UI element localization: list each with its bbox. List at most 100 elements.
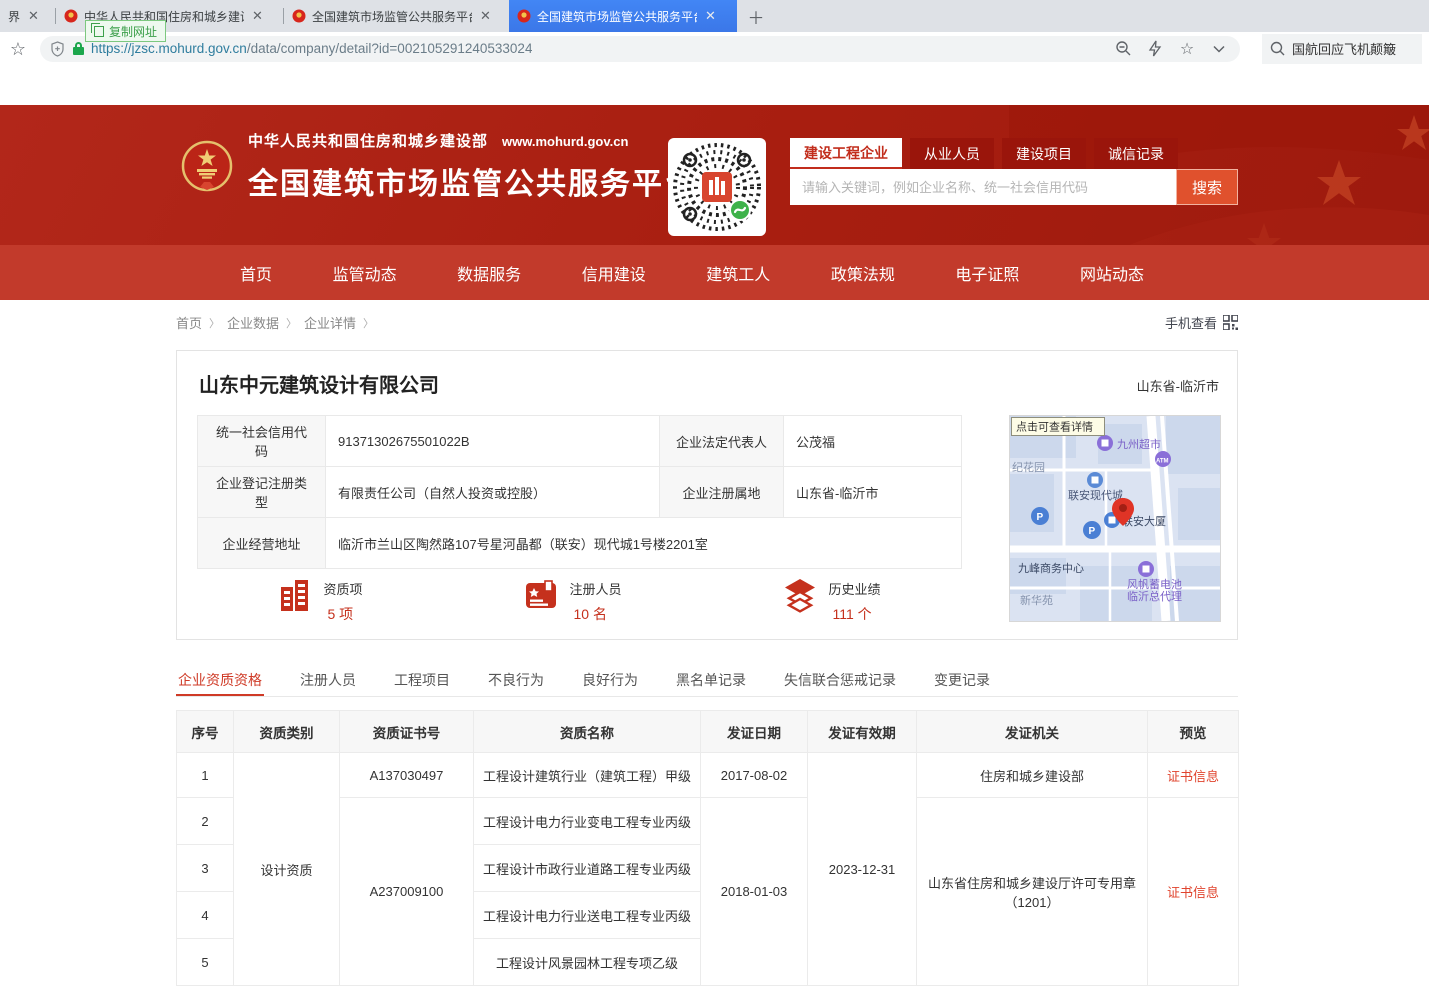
header-search-button[interactable]: 搜索	[1176, 169, 1238, 205]
map-label-battery-1: 风帆蓄电池	[1127, 577, 1182, 591]
tab-close-icon[interactable]: ✕	[480, 8, 491, 24]
browser-tab-partial[interactable]: 界 ✕	[0, 0, 56, 32]
stat-value: 10 名	[569, 604, 621, 624]
nav-item-data-service[interactable]: 数据服务	[457, 261, 521, 285]
search-tab-credit[interactable]: 诚信记录	[1094, 138, 1178, 169]
cell-validity: 2023-12-31	[808, 753, 917, 986]
header-search-module: 建设工程企业 从业人员 建设项目 诚信记录 搜索	[790, 138, 1238, 205]
tab-label: 界	[8, 8, 20, 25]
company-info-table: 统一社会信用代码 91371302675501022B 企业法定代表人 公茂福 …	[197, 415, 962, 569]
header-search-tabs: 建设工程企业 从业人员 建设项目 诚信记录	[790, 138, 1238, 169]
tab-favicon-emblem-icon	[64, 9, 78, 23]
new-tab-button[interactable]: ＋	[743, 3, 769, 29]
tab-dishonesty-records[interactable]: 失信联合惩戒记录	[782, 663, 898, 696]
cell-issue-date: 2017-08-02	[701, 753, 808, 798]
shield-plus-icon[interactable]	[50, 41, 65, 57]
breadcrumb-company-data[interactable]: 企业数据	[227, 313, 279, 332]
certificate-icon	[523, 577, 559, 613]
tab-projects[interactable]: 工程项目	[392, 663, 452, 696]
breadcrumb-separator: 〉	[286, 315, 297, 331]
map-label-battery-2: 临沂总代理	[1127, 589, 1182, 603]
header-search-input[interactable]	[790, 169, 1176, 205]
address-bar[interactable]: https://jzsc.mohurd.gov.cn/data/company/…	[40, 36, 1240, 62]
quick-search-text: 国航回应飞机颠簸	[1292, 39, 1396, 58]
certificate-info-link[interactable]: 证书信息	[1167, 769, 1219, 784]
map-label-xinhua: 新华苑	[1020, 593, 1053, 607]
tab-good-behavior[interactable]: 良好行为	[580, 663, 640, 696]
https-lock-icon[interactable]	[73, 42, 84, 55]
nav-item-site-news[interactable]: 网站动态	[1080, 261, 1144, 285]
detail-tabs: 企业资质资格 注册人员 工程项目 不良行为 良好行为 黑名单记录 失信联合惩戒记…	[176, 663, 1238, 697]
zoom-out-icon[interactable]	[1112, 38, 1134, 60]
tab-blacklist[interactable]: 黑名单记录	[674, 663, 748, 696]
search-tab-project[interactable]: 建设项目	[1002, 138, 1086, 169]
stat-label: 历史业绩	[828, 579, 880, 598]
tab-close-icon[interactable]: ✕	[28, 8, 39, 24]
credit-code-value: 91371302675501022B	[326, 416, 660, 467]
col-category: 资质类别	[234, 711, 340, 753]
reg-area-value: 山东省-临沂市	[784, 467, 962, 518]
url-path: /data/company/detail?id=0021052912405330…	[247, 41, 533, 56]
breadcrumb-home[interactable]: 首页	[176, 313, 202, 332]
mobile-view[interactable]: 手机查看	[1165, 313, 1238, 332]
bookmark-star-icon[interactable]: ☆	[8, 39, 28, 59]
search-tab-enterprise[interactable]: 建设工程企业	[790, 138, 902, 169]
tab-registered-personnel[interactable]: 注册人员	[298, 663, 358, 696]
stat-qualifications[interactable]: 资质项 5 项	[277, 577, 362, 624]
nav-item-credit[interactable]: 信用建设	[582, 261, 646, 285]
col-validity: 发证有效期	[808, 711, 917, 753]
tab-bad-behavior[interactable]: 不良行为	[486, 663, 546, 696]
table-header-row: 序号 资质类别 资质证书号 资质名称 发证日期 发证有效期 发证机关 预览	[177, 711, 1239, 753]
browser-quick-search[interactable]: 国航回应飞机颠簸	[1262, 34, 1422, 64]
site-brand[interactable]: 中华人民共和国住房和城乡建设部www.mohurd.gov.cn 全国建筑市场监…	[180, 130, 696, 203]
field-label: 统一社会信用代码	[198, 416, 326, 467]
favorite-star-icon[interactable]: ☆	[1176, 38, 1198, 60]
national-emblem-logo	[180, 140, 234, 194]
tab-close-icon[interactable]: ✕	[252, 8, 263, 24]
mobile-view-label: 手机查看	[1165, 313, 1217, 332]
browser-tab-jzsc[interactable]: 全国建筑市场监管公共服务平台 ✕	[284, 0, 509, 32]
stat-value: 111 个	[828, 604, 880, 624]
cell-seq: 4	[177, 892, 234, 939]
site-nav: 首页 监管动态 数据服务 信用建设 建筑工人 政策法规 电子证照 网站动态	[0, 245, 1429, 300]
cell-cert-no: A137030497	[340, 753, 474, 798]
stat-historical-performance[interactable]: 历史业绩 111 个	[782, 577, 880, 624]
certificate-info-link[interactable]: 证书信息	[1167, 885, 1219, 900]
breadcrumb: 首页 〉 企业数据 〉 企业详情 〉 手机查看	[176, 313, 1238, 332]
breadcrumb-company-detail[interactable]: 企业详情	[304, 313, 356, 332]
field-label: 企业登记注册类型	[198, 467, 326, 518]
tab-close-icon[interactable]: ✕	[705, 8, 716, 24]
stat-registered-personnel[interactable]: 注册人员 10 名	[523, 577, 621, 624]
col-cert-no: 资质证书号	[340, 711, 474, 753]
building-icon	[277, 577, 313, 613]
nav-item-supervision[interactable]: 监管动态	[333, 261, 397, 285]
tab-change-records[interactable]: 变更记录	[932, 663, 992, 696]
tab-qualifications[interactable]: 企业资质资格	[176, 663, 264, 696]
company-location-map[interactable]: 九州超市 ATM 纪花园 联安现代城 P P 联安大厦 九峰商务中心 风帆蓄电池…	[1009, 415, 1221, 622]
url-text[interactable]: https://jzsc.mohurd.gov.cn/data/company/…	[91, 41, 532, 56]
nav-item-policy[interactable]: 政策法规	[831, 261, 895, 285]
map-label-atm: ATM	[1156, 459, 1169, 465]
qr-code	[668, 138, 766, 236]
tab-favicon-emblem-icon	[292, 9, 306, 23]
cell-name: 工程设计建筑行业（建筑工程）甲级	[474, 753, 701, 798]
chevron-down-icon[interactable]	[1208, 38, 1230, 60]
nav-item-home[interactable]: 首页	[240, 261, 272, 285]
lightning-icon[interactable]	[1144, 38, 1166, 60]
search-tab-personnel[interactable]: 从业人员	[910, 138, 994, 169]
qualification-table: 序号 资质类别 资质证书号 资质名称 发证日期 发证有效期 发证机关 预览 1 …	[176, 710, 1239, 986]
cell-authority: 住房和城乡建设部	[917, 753, 1148, 798]
nav-item-workers[interactable]: 建筑工人	[706, 261, 770, 285]
map-label-business-center: 九峰商务中心	[1018, 561, 1084, 575]
layers-icon	[782, 577, 818, 613]
nav-item-ecert[interactable]: 电子证照	[955, 261, 1019, 285]
browser-toolbar: ☆ https://jzsc.mohurd.gov.cn/data/compan…	[0, 32, 1429, 65]
tab-favicon-emblem-icon	[517, 9, 531, 23]
qr-code-icon	[1223, 315, 1238, 330]
field-label: 企业注册属地	[660, 467, 784, 518]
address-value: 临沂市兰山区陶然路107号星河晶都（联安）现代城1号楼2201室	[326, 518, 962, 569]
browser-tab-active[interactable]: 全国建筑市场监管公共服务平台 ✕	[509, 0, 737, 32]
reg-type-value: 有限责任公司（自然人投资或控股）	[326, 467, 660, 518]
ministry-website: www.mohurd.gov.cn	[502, 134, 628, 149]
col-issue-date: 发证日期	[701, 711, 808, 753]
